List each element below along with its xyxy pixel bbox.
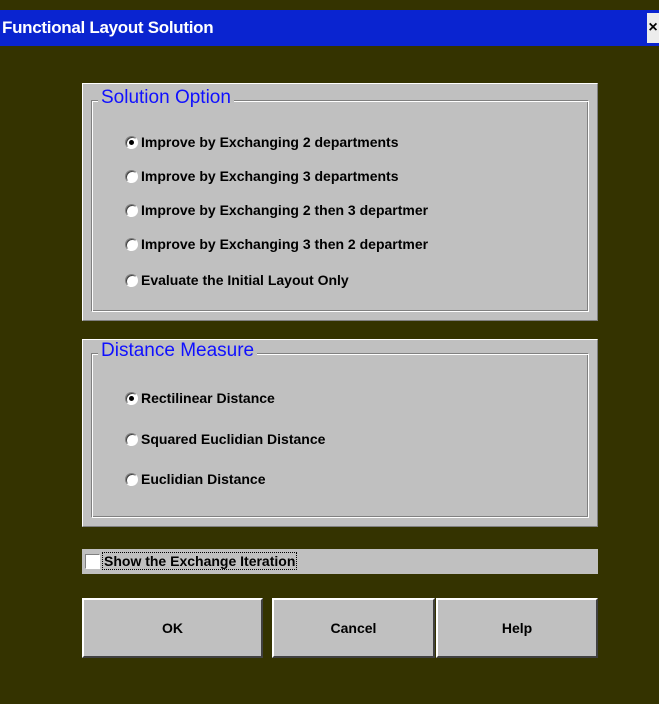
help-button[interactable]: Help xyxy=(436,598,598,658)
radio-icon[interactable] xyxy=(125,391,138,405)
solution-option-radio-0[interactable]: Improve by Exchanging 2 departments xyxy=(125,132,399,152)
solution-option-legend: Solution Option xyxy=(98,87,234,109)
distance-measure-radio-0[interactable]: Rectilinear Distance xyxy=(125,388,275,408)
solution-option-radio-3[interactable]: Improve by Exchanging 3 then 2 departmer xyxy=(125,234,502,254)
distance-measure-radio-2[interactable]: Euclidian Distance xyxy=(125,469,265,489)
solution-option-label-3: Improve by Exchanging 3 then 2 departmer xyxy=(141,236,429,252)
checkbox-icon[interactable] xyxy=(85,554,100,569)
solution-option-label-4: Evaluate the Initial Layout Only xyxy=(141,272,349,288)
solution-option-panel: Solution Option Improve by Exchanging 2 … xyxy=(82,83,598,321)
distance-measure-label-0: Rectilinear Distance xyxy=(141,390,275,406)
solution-option-label-2: Improve by Exchanging 2 then 3 departmer xyxy=(141,202,429,218)
radio-icon[interactable] xyxy=(125,432,138,446)
solution-option-radio-4[interactable]: Evaluate the Initial Layout Only xyxy=(125,270,349,290)
radio-icon[interactable] xyxy=(125,472,138,486)
solution-option-label-1: Improve by Exchanging 3 departments xyxy=(141,168,399,184)
close-icon: × xyxy=(648,19,658,36)
show-iteration-label[interactable]: Show the Exchange Iteration xyxy=(102,552,298,570)
distance-measure-radio-1[interactable]: Squared Euclidian Distance xyxy=(125,429,325,449)
distance-measure-legend: Distance Measure xyxy=(98,340,258,362)
radio-icon[interactable] xyxy=(125,135,138,149)
dialog-window: Functional Layout Solution × Solution Op… xyxy=(0,0,659,704)
solution-option-radio-2[interactable]: Improve by Exchanging 2 then 3 departmer xyxy=(125,200,502,220)
distance-measure-panel: Distance Measure Rectilinear Distance Sq… xyxy=(82,339,598,527)
window-title: Functional Layout Solution xyxy=(2,18,214,37)
radio-icon[interactable] xyxy=(125,169,138,183)
help-button-label: Help xyxy=(501,620,533,636)
distance-measure-label-1: Squared Euclidian Distance xyxy=(141,431,326,447)
ok-button-label: OK xyxy=(162,620,183,636)
radio-icon[interactable] xyxy=(125,273,138,287)
distance-measure-label-2: Euclidian Distance xyxy=(141,471,266,487)
close-button[interactable]: × xyxy=(647,13,659,43)
cancel-button-label: Cancel xyxy=(330,620,377,636)
show-iteration-row[interactable]: Show the Exchange Iteration xyxy=(82,549,598,574)
ok-button[interactable]: OK xyxy=(82,598,263,658)
radio-icon[interactable] xyxy=(125,237,138,251)
radio-icon[interactable] xyxy=(125,203,138,217)
title-bar[interactable]: Functional Layout Solution × xyxy=(0,10,659,46)
cancel-button[interactable]: Cancel xyxy=(272,598,435,658)
solution-option-radio-1[interactable]: Improve by Exchanging 3 departments xyxy=(125,166,399,186)
solution-option-label-0: Improve by Exchanging 2 departments xyxy=(141,134,399,150)
